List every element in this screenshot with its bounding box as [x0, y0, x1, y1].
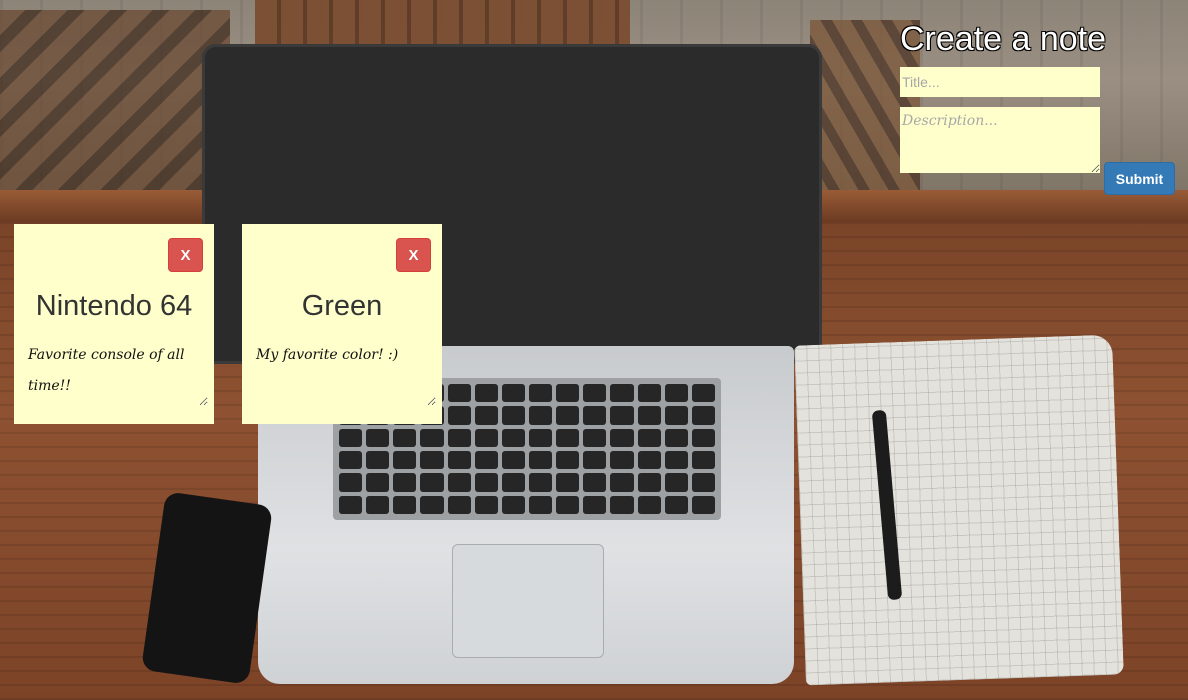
delete-note-button[interactable]: X: [396, 238, 431, 272]
note-title-input[interactable]: [900, 67, 1100, 97]
notebook: [794, 334, 1124, 686]
note-description-input[interactable]: [900, 107, 1100, 173]
note-description[interactable]: Favorite console of all time!!: [26, 340, 208, 406]
delete-note-button[interactable]: X: [168, 238, 203, 272]
create-note-heading: Create a note: [900, 20, 1107, 58]
sticky-note: X Green My favorite color! :): [242, 224, 442, 424]
laptop-trackpad: [452, 544, 604, 658]
sticky-note: X Nintendo 64 Favorite console of all ti…: [14, 224, 214, 424]
note-description[interactable]: My favorite color! :): [254, 340, 436, 406]
create-note-form: Create a note Submit: [900, 20, 1180, 195]
note-title: Green: [301, 290, 383, 322]
background-chair-left: [0, 10, 230, 195]
note-title: Nintendo 64: [35, 290, 193, 322]
submit-button[interactable]: Submit: [1104, 162, 1175, 195]
notes-list: X Nintendo 64 Favorite console of all ti…: [14, 224, 442, 424]
